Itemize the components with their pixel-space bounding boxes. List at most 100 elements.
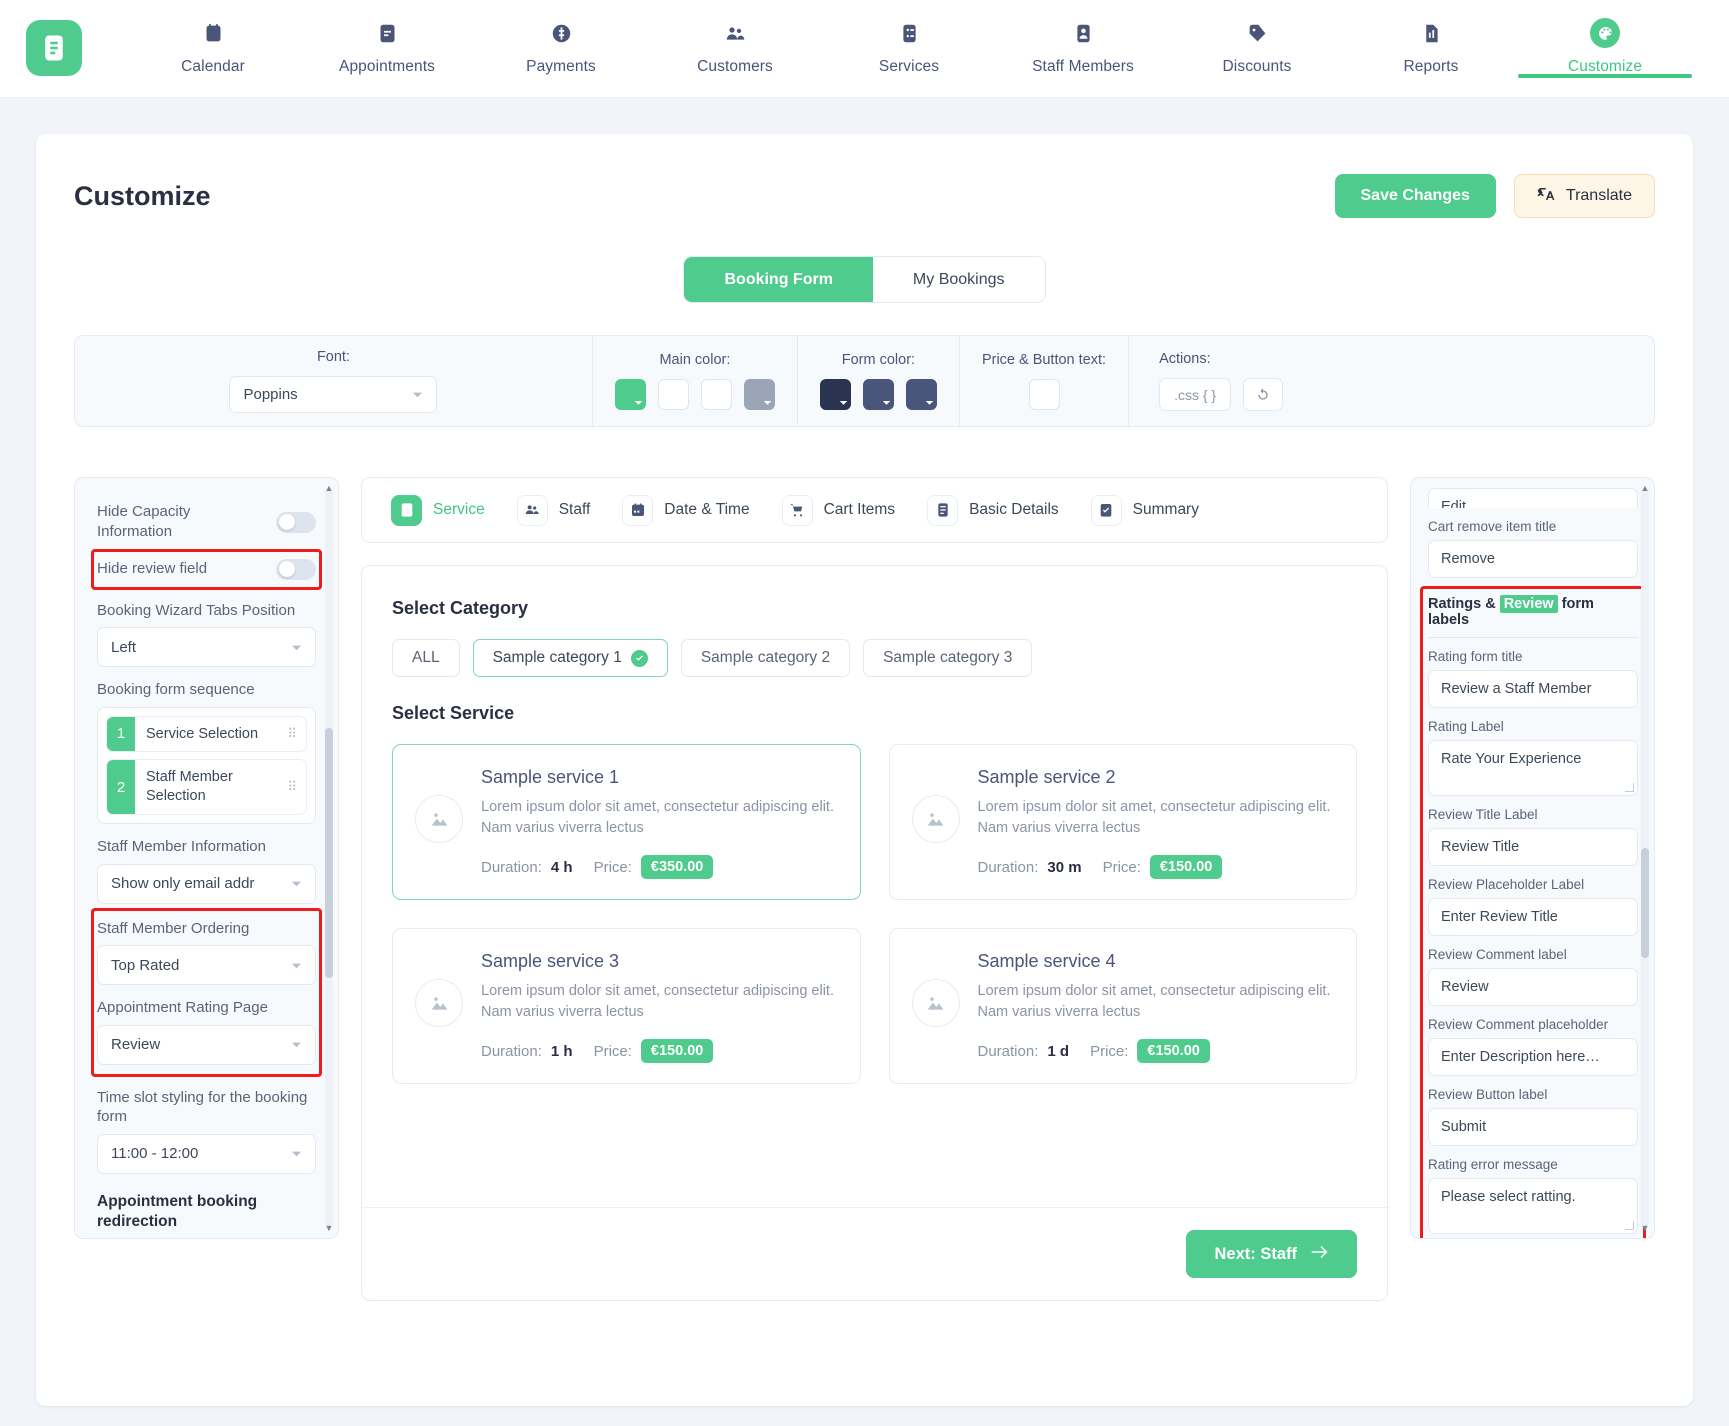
review-button-label-input[interactable]: Submit <box>1428 1108 1638 1146</box>
save-changes-button[interactable]: Save Changes <box>1334 174 1496 218</box>
setting-hide-review-field[interactable]: Hide review field <box>91 548 322 590</box>
app-logo-icon[interactable] <box>26 20 82 76</box>
header-actions: Save Changes Translate <box>1334 174 1655 218</box>
booking-form-footer: Next: Staff <box>362 1207 1387 1300</box>
clipped-edit-value: Edit <box>1428 488 1638 508</box>
select-category-title: Select Category <box>392 598 529 618</box>
right-panel-scrollbar-thumb[interactable] <box>1641 848 1649 958</box>
review-title-label-input[interactable]: Review Title <box>1428 828 1638 866</box>
details-icon <box>927 494 959 526</box>
nav-item-customize[interactable]: Customize <box>1518 0 1692 78</box>
service-card[interactable]: Sample service 4 Lorem ipsum dolor sit a… <box>888 928 1357 1085</box>
category-label: Sample category 1 <box>492 649 622 666</box>
nav-items: Calendar Appointments Payments Customers <box>126 0 1729 78</box>
price-button-text-swatch[interactable] <box>1028 379 1060 410</box>
staff-info-label: Staff Member Information <box>97 838 266 856</box>
rating-page-select[interactable]: Review <box>97 1024 316 1065</box>
hide-review-toggle[interactable] <box>276 558 316 580</box>
nav-item-appointments[interactable]: Appointments <box>300 0 474 76</box>
cart-remove-input[interactable]: Remove <box>1428 540 1638 578</box>
sequence-item[interactable]: 2 Staff Member Selection ⠿ <box>106 759 307 816</box>
nav-label: Staff Members <box>1032 58 1134 75</box>
rating-error-message-textarea[interactable]: Please select ratting. <box>1428 1178 1638 1234</box>
service-card[interactable]: Sample service 3 Lorem ipsum dolor sit a… <box>392 928 861 1085</box>
form-type-tabs-wrap: Booking Form My Bookings <box>74 256 1655 303</box>
review-comment-placeholder-input[interactable]: Enter Description here… <box>1428 1038 1638 1076</box>
duration-value: 30 m <box>1047 858 1082 876</box>
category-chip-2[interactable]: Sample category 2 <box>680 639 851 677</box>
service-card[interactable]: Sample service 2 Lorem ipsum dolor sit a… <box>888 744 1357 901</box>
custom-css-button[interactable]: .css { } <box>1159 378 1232 411</box>
staff-icon <box>516 494 548 526</box>
nav-item-services[interactable]: Services <box>822 0 996 76</box>
booking-wizard-steps: Service Staff Date & Time Cart Items Bas… <box>361 477 1388 543</box>
nav-item-payments[interactable]: Payments <box>474 0 648 76</box>
nav-item-staff-members[interactable]: Staff Members <box>996 0 1170 76</box>
reset-icon[interactable] <box>1243 378 1284 411</box>
tabs-position-select[interactable]: Left <box>97 627 316 667</box>
payments-icon <box>474 18 648 48</box>
cart-icon <box>781 494 813 526</box>
form-color-swatch-1[interactable] <box>819 379 851 410</box>
hide-capacity-toggle[interactable] <box>276 511 316 533</box>
staff-info-select[interactable]: Show only email addr <box>97 863 316 904</box>
staff-ordering-select[interactable]: Top Rated <box>97 945 316 986</box>
nav-item-discounts[interactable]: Discounts <box>1170 0 1344 76</box>
calendar-icon <box>126 18 300 48</box>
rating-label-label: Rating Label <box>1428 719 1504 734</box>
review-comment-label-input[interactable]: Review <box>1428 968 1638 1006</box>
nav-item-reports[interactable]: Reports <box>1344 0 1518 76</box>
nav-item-customers[interactable]: Customers <box>648 0 822 76</box>
rating-label-textarea[interactable]: Rate Your Experience <box>1428 740 1638 796</box>
wizard-step-summary[interactable]: Summary <box>1078 494 1212 526</box>
category-label: ALL <box>412 649 440 666</box>
drag-handle-icon[interactable]: ⠿ <box>287 760 306 814</box>
select-service-title: Select Service <box>392 703 515 723</box>
main-color-swatch-4[interactable] <box>743 379 775 410</box>
main-color-swatch-1[interactable] <box>614 379 646 410</box>
tab-my-bookings[interactable]: My Bookings <box>872 257 1045 302</box>
actions-group: Actions: .css { } <box>1129 336 1654 426</box>
duration-value: 1 h <box>550 1042 573 1060</box>
service-description: Lorem ipsum dolor sit amet, consectetur … <box>481 983 834 1021</box>
wizard-step-cart-items[interactable]: Cart Items <box>769 494 908 526</box>
wizard-step-staff[interactable]: Staff <box>504 494 604 526</box>
scroll-up-arrow-icon[interactable]: ▲ <box>1639 482 1651 494</box>
sequence-number: 1 <box>107 716 135 752</box>
category-chip-1[interactable]: Sample category 1 <box>472 639 668 677</box>
nav-label: Payments <box>526 58 596 75</box>
setting-hide-capacity[interactable]: Hide Capacity Information <box>97 496 316 549</box>
main-color-swatch-2[interactable] <box>657 379 689 410</box>
nav-item-calendar[interactable]: Calendar <box>126 0 300 76</box>
review-button-label-label: Review Button label <box>1428 1087 1548 1102</box>
category-label: Sample category 2 <box>700 649 831 666</box>
left-panel-scrollbar-thumb[interactable] <box>325 728 333 978</box>
form-color-swatch-2[interactable] <box>862 379 894 410</box>
tab-booking-form[interactable]: Booking Form <box>684 257 873 302</box>
main-color-swatch-3[interactable] <box>700 379 732 410</box>
next-staff-button[interactable]: Next: Staff <box>1186 1230 1357 1278</box>
translate-button[interactable]: Translate <box>1513 174 1655 218</box>
drag-handle-icon[interactable]: ⠿ <box>287 717 306 752</box>
price-label: Price: <box>1090 1042 1129 1060</box>
nav-item-more[interactable]: ••• More <box>1692 0 1729 76</box>
review-placeholder-label-input[interactable]: Enter Review Title <box>1428 898 1638 936</box>
category-chip-all[interactable]: ALL <box>392 639 460 677</box>
clipped-edit-field[interactable]: Edit <box>1428 488 1638 508</box>
wizard-step-date-time[interactable]: Date & Time <box>609 494 762 526</box>
rating-form-title-input[interactable]: Review a Staff Member <box>1428 670 1638 708</box>
service-card[interactable]: Sample service 1 Lorem ipsum dolor sit a… <box>392 744 861 901</box>
font-group: Font: Poppins <box>75 336 593 426</box>
top-navigation: Calendar Appointments Payments Customers <box>0 0 1729 98</box>
font-select[interactable]: Poppins <box>229 376 438 413</box>
sequence-item[interactable]: 1 Service Selection ⠿ <box>106 715 307 753</box>
scroll-up-arrow-icon[interactable]: ▲ <box>323 482 335 494</box>
form-color-swatch-3[interactable] <box>905 379 937 410</box>
wizard-step-service[interactable]: Service <box>378 494 498 526</box>
timeslot-select[interactable]: 11:00 - 12:00 <box>97 1133 316 1174</box>
scroll-down-arrow-icon[interactable]: ▼ <box>323 1222 335 1234</box>
scroll-down-arrow-icon[interactable]: ▼ <box>1639 1222 1651 1234</box>
cart-remove-label: Cart remove item title <box>1428 519 1557 534</box>
wizard-step-basic-details[interactable]: Basic Details <box>914 494 1072 526</box>
category-chip-3[interactable]: Sample category 3 <box>863 639 1033 677</box>
